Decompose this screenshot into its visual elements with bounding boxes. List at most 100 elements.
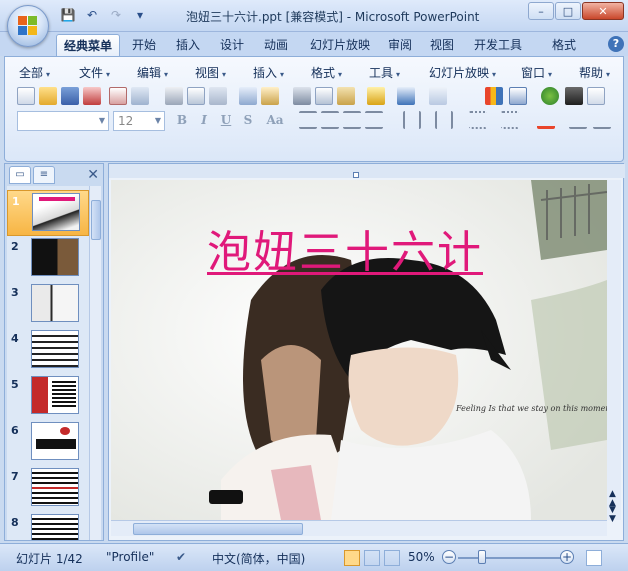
tab-classic-menu[interactable]: 经典菜单	[56, 34, 120, 56]
print-preview-icon[interactable]	[187, 87, 205, 105]
paste-icon[interactable]	[337, 87, 355, 105]
menu-all[interactable]: 全部 ▾	[19, 63, 50, 83]
zoom-in-button[interactable]: +	[560, 550, 574, 564]
undo-icon[interactable]	[397, 87, 415, 105]
tab-developer[interactable]: 开发工具	[466, 34, 530, 56]
zoom-slider-thumb[interactable]	[478, 550, 486, 564]
slide-sorter-icon[interactable]	[364, 550, 380, 566]
new-slide-icon[interactable]	[587, 87, 605, 105]
resize-handle-icon[interactable]	[353, 172, 359, 178]
close-icon[interactable]: ✕	[87, 167, 99, 183]
font-name-combo[interactable]: ▼	[17, 111, 109, 131]
editor-horizontal-scrollbar[interactable]	[111, 520, 607, 536]
scrollbar-thumb[interactable]	[133, 523, 303, 535]
scrollbar-thumb[interactable]	[91, 200, 101, 240]
slide-caption[interactable]: Feeling Is that we stay on this moment	[456, 404, 607, 413]
menu-view[interactable]: 视图 ▾	[195, 63, 226, 83]
shadow-button[interactable]: S	[239, 111, 257, 129]
editor-vertical-scrollbar[interactable]: ▲ ▲ ▼ ▼	[607, 180, 621, 524]
tab-animation[interactable]: 动画	[256, 34, 296, 56]
new-file-icon[interactable]	[17, 87, 35, 105]
menu-tools[interactable]: 工具 ▾	[369, 63, 400, 83]
align-center-icon[interactable]	[321, 111, 339, 129]
minimize-button[interactable]: –	[528, 2, 554, 20]
cut-icon[interactable]	[293, 87, 311, 105]
underline-button[interactable]: U	[217, 111, 235, 129]
spelling-icon[interactable]	[239, 87, 257, 105]
spell-check-icon[interactable]: ✔	[176, 550, 186, 564]
redo-icon[interactable]: ↷	[106, 6, 126, 24]
italic-button[interactable]: I	[195, 111, 213, 129]
slide-thumbnail-2[interactable]: 2	[7, 236, 89, 282]
tab-design[interactable]: 设计	[212, 34, 252, 56]
slide-thumbnail-8[interactable]: 8	[7, 512, 89, 540]
tab-slideshow[interactable]: 幻灯片放映	[302, 34, 378, 56]
format-painter-icon[interactable]	[367, 87, 385, 105]
font-color-icon[interactable]	[537, 111, 555, 129]
next-slide-icon[interactable]: ▼ ▼	[609, 506, 616, 524]
tab-view[interactable]: 视图	[424, 34, 460, 56]
zoom-slider[interactable]	[458, 557, 568, 559]
layout-icon[interactable]	[209, 87, 227, 105]
chart-icon[interactable]	[485, 87, 503, 105]
shrink-font-icon[interactable]	[593, 111, 611, 129]
text-direction-icon[interactable]	[435, 111, 453, 129]
undo-icon[interactable]: ↶	[82, 6, 102, 24]
menu-file[interactable]: 文件 ▾	[79, 63, 110, 83]
slide-thumbnail-5[interactable]: 5	[7, 374, 89, 420]
slide-thumbnail-4[interactable]: 4	[7, 328, 89, 374]
zoom-out-button[interactable]: −	[442, 550, 456, 564]
table-icon[interactable]	[509, 87, 527, 105]
save-icon[interactable]	[61, 87, 79, 105]
slide-canvas[interactable]: 泡妞三十六计 Feeling Is that we stay on this m…	[111, 180, 607, 520]
slide-title[interactable]: 泡妞三十六计	[207, 216, 483, 280]
menu-insert[interactable]: 插入 ▾	[253, 63, 284, 83]
normal-view-icon[interactable]	[344, 550, 360, 566]
menu-help[interactable]: 帮助 ▾	[579, 63, 610, 83]
bold-button[interactable]: B	[173, 111, 191, 129]
bullets-icon[interactable]	[501, 111, 519, 129]
copy-icon[interactable]	[315, 87, 333, 105]
hyperlink-icon[interactable]	[541, 87, 559, 105]
slide-thumbnail-7[interactable]: 7	[7, 466, 89, 512]
align-left-icon[interactable]	[299, 111, 317, 129]
align-right-icon[interactable]	[343, 111, 361, 129]
close-button[interactable]: ✕	[582, 2, 624, 20]
tab-review[interactable]: 审阅	[382, 34, 418, 56]
tab-outline[interactable]: ≡	[33, 166, 55, 184]
grow-font-icon[interactable]	[569, 111, 587, 129]
menu-format[interactable]: 格式 ▾	[311, 63, 342, 83]
office-button[interactable]	[7, 5, 49, 47]
research-icon[interactable]	[261, 87, 279, 105]
redo-icon[interactable]	[429, 87, 447, 105]
maximize-button[interactable]: □	[555, 2, 581, 20]
tab-home[interactable]: 开始	[124, 34, 164, 56]
slide-thumbnail-1[interactable]: 1	[7, 190, 89, 236]
font-size-combo[interactable]: 12 ▼	[113, 111, 165, 131]
menu-slideshow[interactable]: 幻灯片放映 ▾	[429, 63, 496, 83]
slideshow-view-icon[interactable]	[384, 550, 400, 566]
slide-thumbnail-3[interactable]: 3	[7, 282, 89, 328]
help-icon[interactable]: ?	[608, 36, 624, 52]
tab-format[interactable]: 格式	[544, 34, 584, 56]
permission-icon[interactable]	[83, 87, 101, 105]
slide-thumbnail-6[interactable]: 6	[7, 420, 89, 466]
menu-edit[interactable]: 编辑 ▾	[137, 63, 168, 83]
zoom-level[interactable]: 50%	[408, 550, 435, 564]
tab-insert[interactable]: 插入	[168, 34, 208, 56]
columns-icon[interactable]	[403, 111, 421, 129]
insert-picture-icon[interactable]	[565, 87, 583, 105]
menu-window[interactable]: 窗口 ▾	[521, 63, 552, 83]
email-icon[interactable]	[109, 87, 127, 105]
tab-slides[interactable]: ▭	[9, 166, 31, 184]
slides-scrollbar[interactable]	[89, 186, 101, 540]
print-icon[interactable]	[165, 87, 183, 105]
fit-to-window-icon[interactable]	[586, 550, 602, 566]
attach-icon[interactable]	[131, 87, 149, 105]
save-icon[interactable]: 💾	[58, 6, 78, 24]
open-folder-icon[interactable]	[39, 87, 57, 105]
change-case-button[interactable]: Aa	[261, 111, 289, 129]
customize-qat-icon[interactable]: ▾	[130, 6, 150, 24]
numbering-icon[interactable]	[469, 111, 487, 129]
justify-icon[interactable]	[365, 111, 383, 129]
